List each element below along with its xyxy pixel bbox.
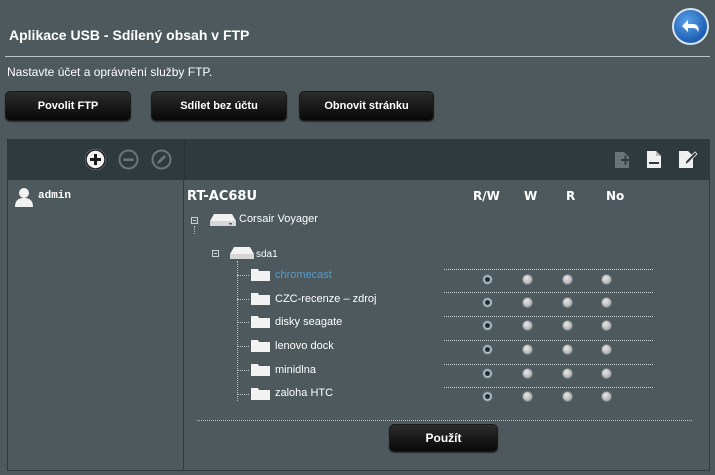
router-name: RT-AC68U [187,189,258,204]
folder-tree-connector [237,261,238,401]
row-divider [444,316,653,317]
refresh-page-button[interactable]: Obnovit stránku [299,91,434,121]
perm-radio-w[interactable] [522,344,533,355]
perm-radio-rw[interactable] [482,368,493,379]
row-divider [444,387,653,388]
folder-name[interactable]: CZC-recenze – zdroj [275,293,376,305]
user-icon [15,188,33,207]
perm-radio-r[interactable] [562,297,573,308]
row-divider [444,292,653,293]
folder-name[interactable]: disky seagate [275,316,342,328]
tree-connector [194,226,195,234]
folder-name[interactable]: chromecast [275,269,332,281]
perm-radio-rw[interactable] [482,320,493,331]
column-header-r: R [566,189,576,203]
perm-radio-r[interactable] [562,320,573,331]
perm-radio-rw[interactable] [482,344,493,355]
minus-circle-icon[interactable] [118,149,139,170]
share-without-account-button[interactable]: Sdílet bez účtu [151,91,287,121]
column-header-rw: R/W [473,189,500,203]
folder-icon [251,316,270,328]
back-arrow-icon [682,20,699,33]
tree-connector [237,322,249,323]
perm-radio-no[interactable] [601,344,612,355]
perm-radio-no[interactable] [601,368,612,379]
tree-connector [237,275,249,276]
perm-radio-r[interactable] [562,344,573,355]
account-list [8,180,184,471]
perm-radio-r[interactable] [562,368,573,379]
apply-divider [197,420,692,421]
perm-radio-w[interactable] [522,391,533,402]
collapse-device-toggle[interactable] [191,217,198,224]
tree-connector [237,370,249,371]
rename-folder-icon[interactable] [677,149,698,170]
apply-button[interactable]: Použít [389,424,498,452]
tree-connector [237,394,249,395]
perm-radio-r[interactable] [562,274,573,285]
device-name: Corsair Voyager [239,213,318,225]
folder-icon [251,388,270,400]
title-divider [5,56,710,57]
perm-radio-w[interactable] [522,274,533,285]
folder-name[interactable]: lenovo dock [275,340,334,352]
perm-radio-no[interactable] [601,391,612,402]
enable-ftp-button[interactable]: Povolit FTP [5,91,131,121]
folder-icon [251,340,270,352]
perm-radio-w[interactable] [522,320,533,331]
perm-radio-no[interactable] [601,274,612,285]
folder-name[interactable]: minidlna [275,364,316,376]
panel-toolbar [8,140,709,180]
perm-radio-rw[interactable] [482,297,493,308]
perm-radio-r[interactable] [562,391,573,402]
folder-icon [251,293,270,305]
column-header-no: No [606,189,625,203]
row-divider [444,340,653,341]
perm-radio-w[interactable] [522,368,533,379]
usb-drive-icon [209,213,237,227]
folder-icon [251,269,270,281]
tree-connector [237,299,249,300]
collapse-partition-toggle[interactable] [212,250,219,257]
perm-radio-no[interactable] [601,320,612,331]
partition-drive-icon [229,246,257,260]
page-title: Aplikace USB - Sdílený obsah v FTP [9,27,250,43]
back-button[interactable] [672,8,709,45]
folder-icon [251,364,270,376]
partition-name: sda1 [256,249,278,260]
perm-radio-no[interactable] [601,297,612,308]
column-header-w: W [524,189,538,203]
row-divider [444,269,653,270]
add-folder-icon[interactable] [613,149,631,170]
perm-radio-w[interactable] [522,297,533,308]
row-divider [444,364,653,365]
toolbar-divider [184,140,185,180]
delete-folder-icon[interactable] [645,149,664,170]
edit-circle-icon[interactable] [151,149,172,170]
tree-connector [237,346,249,347]
folder-name[interactable]: zaloha HTC [275,387,333,399]
perm-radio-rw[interactable] [482,274,493,285]
page-subtitle: Nastavte účet a oprávnění služby FTP. [7,65,213,79]
account-name: admin [38,190,72,202]
perm-radio-rw[interactable] [482,391,493,402]
plus-circle-icon[interactable] [85,149,106,170]
